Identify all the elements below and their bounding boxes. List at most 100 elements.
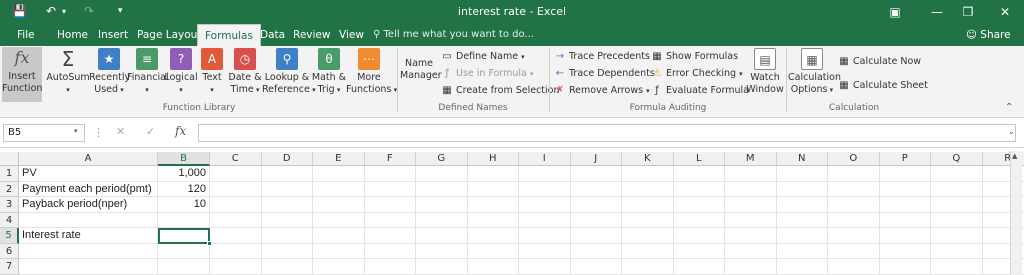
cell-e7[interactable] <box>313 259 365 275</box>
scroll-up-icon[interactable]: ▲ <box>1012 152 1017 160</box>
cell-l2[interactable] <box>673 181 725 197</box>
cell-k2[interactable] <box>622 181 674 197</box>
cell-c7[interactable] <box>210 259 262 275</box>
cell-b2[interactable]: 120 <box>158 181 210 197</box>
cell-m6[interactable] <box>725 243 777 259</box>
cell-o3[interactable] <box>828 197 880 213</box>
calculate-now-button[interactable]: ▦ Calculate Now <box>838 54 921 70</box>
cell-q5[interactable] <box>931 228 983 244</box>
tab-home[interactable]: Home <box>50 24 95 46</box>
cell-k4[interactable] <box>622 212 674 228</box>
cell-m4[interactable] <box>725 212 777 228</box>
cell-g4[interactable] <box>416 212 468 228</box>
cell-c5[interactable] <box>210 228 262 244</box>
close-button[interactable]: ✕ <box>990 0 1020 24</box>
column-header-g[interactable]: G <box>416 152 468 166</box>
cell-h7[interactable] <box>467 259 519 275</box>
cell-p1[interactable] <box>879 166 931 182</box>
cell-j6[interactable] <box>570 243 622 259</box>
use-in-formula-button[interactable]: ƒ Use in Formula ▾ <box>441 66 533 82</box>
fill-handle[interactable] <box>207 241 212 246</box>
math-trig-button[interactable]: θ Math & Trig ▾ <box>311 48 347 96</box>
cell-a5[interactable]: Interest rate <box>19 228 158 244</box>
row-header-2[interactable]: 2 <box>0 181 19 197</box>
cell-f5[interactable] <box>364 228 416 244</box>
cell-i4[interactable] <box>519 212 571 228</box>
column-header-n[interactable]: N <box>776 152 828 166</box>
name-box[interactable]: B5 <box>3 124 85 142</box>
cell-p3[interactable] <box>879 197 931 213</box>
cell-o4[interactable] <box>828 212 880 228</box>
cell-p7[interactable] <box>879 259 931 275</box>
cell-d5[interactable] <box>261 228 313 244</box>
cell-l5[interactable] <box>673 228 725 244</box>
cell-k5[interactable] <box>622 228 674 244</box>
cell-d3[interactable] <box>261 197 313 213</box>
row-header-7[interactable]: 7 <box>0 259 19 275</box>
cell-b6[interactable] <box>158 243 210 259</box>
column-header-o[interactable]: O <box>828 152 880 166</box>
cell-o1[interactable] <box>828 166 880 182</box>
cell-f3[interactable] <box>364 197 416 213</box>
cell-l3[interactable] <box>673 197 725 213</box>
column-header-a[interactable]: A <box>19 152 158 166</box>
formula-input[interactable] <box>198 124 1016 142</box>
cell-l4[interactable] <box>673 212 725 228</box>
expand-formula-bar-icon[interactable]: ⌄ <box>1008 127 1015 136</box>
cell-p2[interactable] <box>879 181 931 197</box>
more-functions-button[interactable]: ⋯ More Functions ▾ <box>346 48 397 96</box>
column-header-q[interactable]: Q <box>931 152 983 166</box>
column-header-l[interactable]: L <box>673 152 725 166</box>
name-box-dropdown-icon[interactable]: ▾ <box>74 127 78 135</box>
cell-d4[interactable] <box>261 212 313 228</box>
cell-g6[interactable] <box>416 243 468 259</box>
cell-b1[interactable]: 1,000 <box>158 166 210 182</box>
cell-q3[interactable] <box>931 197 983 213</box>
cell-o6[interactable] <box>828 243 880 259</box>
cell-n1[interactable] <box>776 166 828 182</box>
cell-q6[interactable] <box>931 243 983 259</box>
cell-j4[interactable] <box>570 212 622 228</box>
cell-f6[interactable] <box>364 243 416 259</box>
cell-p4[interactable] <box>879 212 931 228</box>
cell-n6[interactable] <box>776 243 828 259</box>
cell-j3[interactable] <box>570 197 622 213</box>
cell-q2[interactable] <box>931 181 983 197</box>
text-button[interactable]: A Text ▾ <box>200 48 224 96</box>
show-formulas-button[interactable]: ▦ Show Formulas <box>651 49 738 65</box>
row-header-1[interactable]: 1 <box>0 166 19 182</box>
cell-n3[interactable] <box>776 197 828 213</box>
tab-review[interactable]: Review <box>286 24 337 46</box>
cell-j7[interactable] <box>570 259 622 275</box>
cell-q7[interactable] <box>931 259 983 275</box>
ribbon-display-options-icon[interactable]: ▣ <box>880 0 910 24</box>
recently-used-button[interactable]: ★ Recently Used ▾ <box>89 48 130 96</box>
column-header-m[interactable]: M <box>725 152 777 166</box>
calculation-options-button[interactable]: ▦ Calculation Options ▾ <box>788 48 841 96</box>
cell-a4[interactable] <box>19 212 158 228</box>
tab-view[interactable]: View <box>332 24 371 46</box>
cell-a2[interactable]: Payment each period(pmt) <box>19 181 158 197</box>
insert-function-icon[interactable]: fx <box>175 124 186 138</box>
row-header-4[interactable]: 4 <box>0 212 19 228</box>
create-from-selection-button[interactable]: ▦ Create from Selection <box>441 83 559 99</box>
cell-g7[interactable] <box>416 259 468 275</box>
cell-q4[interactable] <box>931 212 983 228</box>
trace-precedents-button[interactable]: → Trace Precedents <box>554 49 650 65</box>
cell-n2[interactable] <box>776 181 828 197</box>
cell-e2[interactable] <box>313 181 365 197</box>
cell-a1[interactable]: PV <box>19 166 158 182</box>
row-header-5[interactable]: 5 <box>0 228 19 244</box>
tell-me-search[interactable]: ⚲ Tell me what you want to do... <box>373 24 534 46</box>
cell-j5[interactable] <box>570 228 622 244</box>
cell-c6[interactable] <box>210 243 262 259</box>
cell-d2[interactable] <box>261 181 313 197</box>
date-time-button[interactable]: ◷ Date & Time ▾ <box>227 48 263 96</box>
financial-button[interactable]: ≡ Financial ▾ <box>127 48 169 96</box>
trace-dependents-button[interactable]: ← Trace Dependents <box>554 66 655 82</box>
cell-n7[interactable] <box>776 259 828 275</box>
cell-i3[interactable] <box>519 197 571 213</box>
cell-f7[interactable] <box>364 259 416 275</box>
cell-c2[interactable] <box>210 181 262 197</box>
cell-f2[interactable] <box>364 181 416 197</box>
